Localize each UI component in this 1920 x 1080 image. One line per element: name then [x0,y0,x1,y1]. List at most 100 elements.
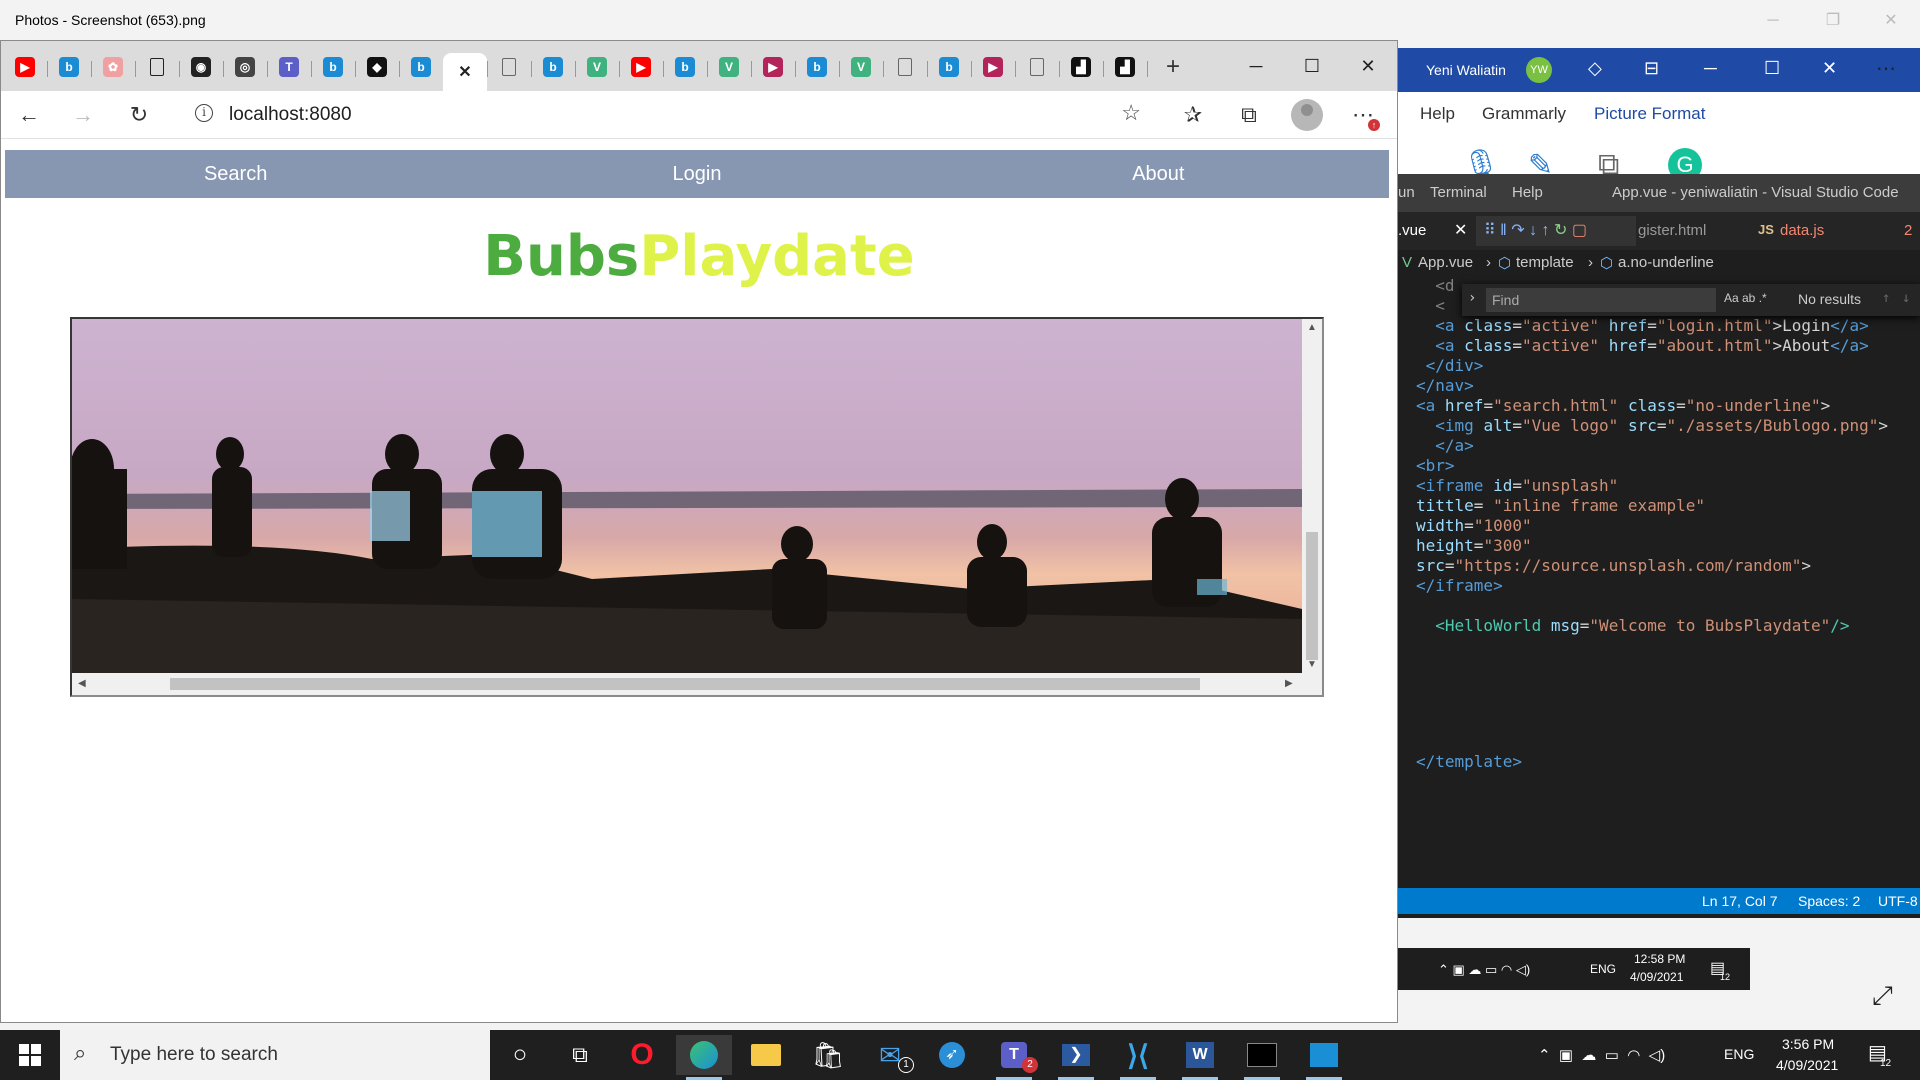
browser-close-icon[interactable]: ✕ [1345,49,1391,83]
browser-minimize-icon[interactable]: ─ [1233,49,1279,83]
toggle-replace-icon[interactable]: › [1468,290,1476,306]
browser-tab[interactable] [883,51,927,83]
browser-tab[interactable]: ▶ [971,51,1015,83]
cortana-icon[interactable]: ○ [492,1035,548,1075]
find-prev-icon[interactable]: ↑ [1882,290,1890,306]
tab-app-vue[interactable]: .vue [1398,222,1426,239]
tab-data-js[interactable]: data.js [1780,222,1824,239]
ribbon-grammarly[interactable]: Grammarly [1482,104,1566,124]
vertical-scroll-thumb[interactable] [1306,532,1318,660]
address-text[interactable]: localhost:8080 [229,104,352,126]
find-input[interactable]: Find [1486,288,1716,312]
browser-tab[interactable]: b [399,51,443,83]
site-info-icon[interactable]: i [195,104,213,122]
cursor-position[interactable]: Ln 17, Col 7 [1702,888,1778,914]
address-bar[interactable]: i localhost:8080 ☆ [175,96,1159,132]
iframe-horizontal-scrollbar[interactable]: ◀ ▶ [72,673,1302,695]
browser-tab[interactable]: b [927,51,971,83]
tab-register-html[interactable]: gister.html [1638,222,1706,239]
browser-tab[interactable]: V [839,51,883,83]
browser-tab[interactable]: ▟ [1059,51,1103,83]
ribbon-picture-format[interactable]: Picture Format [1594,104,1705,124]
browser-tab[interactable]: T [267,51,311,83]
iframe-vertical-scrollbar[interactable]: ▲ ▼ [1302,319,1322,673]
expand-icon[interactable]: ⤢ [1872,980,1893,1012]
teams-icon[interactable]: T2 [986,1035,1042,1080]
indentation[interactable]: Spaces: 2 [1798,888,1860,914]
safari-icon[interactable]: ➶ [924,1035,980,1075]
tray-icons[interactable]: ⌃ ▣ ☁ ▭ ◠ ◁) [1538,1046,1665,1080]
task-view-icon[interactable]: ⧉ [552,1035,608,1075]
browser-tab[interactable]: b [795,51,839,83]
start-button[interactable] [0,1030,60,1080]
browser-tab[interactable]: ◉ [179,51,223,83]
browser-tab[interactable]: b [531,51,575,83]
menu-help[interactable]: Help [1512,184,1543,201]
profile-avatar[interactable] [1291,99,1323,131]
word-icon[interactable]: W [1172,1035,1228,1080]
breadcrumb-template[interactable]: template [1516,254,1574,271]
browser-tab[interactable] [1015,51,1059,83]
browser-tab[interactable]: ▟ [1103,51,1147,83]
scroll-up-icon[interactable]: ▲ [1307,322,1317,333]
tab-close-icon[interactable]: ✕ [1454,220,1467,240]
refresh-icon[interactable]: ↻ [121,99,157,131]
breadcrumb-element[interactable]: a.no-underline [1618,254,1714,271]
scroll-left-icon[interactable]: ◀ [78,678,86,689]
browser-tab[interactable]: V [575,51,619,83]
photos-close-icon[interactable]: ✕ [1868,8,1914,34]
photos-maximize-icon[interactable]: ❐ [1810,8,1856,34]
browser-tab[interactable]: ◎ [223,51,267,83]
language-indicator[interactable]: ENG [1724,1046,1754,1080]
browser-tab[interactable] [487,51,531,83]
account-avatar[interactable]: YW [1526,57,1552,83]
ribbon-help[interactable]: Help [1420,104,1455,124]
photos-icon[interactable] [1296,1035,1352,1080]
browser-tab[interactable]: V [707,51,751,83]
nav-login-link[interactable]: Login [466,150,927,198]
browser-tab[interactable]: ▶ [619,51,663,83]
scroll-down-icon[interactable]: ▼ [1307,659,1317,670]
browser-tab[interactable] [135,51,179,83]
encoding[interactable]: UTF-8 [1878,888,1918,914]
unsplash-iframe[interactable]: ▲ ▼ ◀ ▶ [70,317,1324,697]
code-editor[interactable]: <d < <a class="active" href="login.html"… [1398,276,1920,888]
store-icon[interactable]: 🛍 [800,1035,856,1075]
browser-maximize-icon[interactable]: ☐ [1289,49,1335,83]
browser-tab[interactable]: b [47,51,91,83]
forward-icon[interactable]: → [65,99,101,131]
minimize-icon[interactable]: ─ [1704,58,1717,79]
mail-icon[interactable]: ✉ 1 [862,1035,918,1075]
menu-run[interactable]: un [1398,184,1415,201]
match-case-icon[interactable]: Aa ab .* [1724,291,1767,305]
add-favorite-icon[interactable]: ☆ [1121,100,1141,126]
photos-minimize-icon[interactable]: ─ [1750,8,1796,34]
browser-tab[interactable]: ▶ [3,51,47,83]
horizontal-scroll-thumb[interactable] [170,678,1200,690]
browser-tab[interactable]: ◆ [355,51,399,83]
terminal-icon[interactable] [1234,1035,1290,1080]
ribbon-display-icon[interactable]: ⊟ [1644,58,1659,79]
scroll-right-icon[interactable]: ▶ [1285,678,1293,689]
edge-icon[interactable] [676,1035,732,1080]
browser-tab[interactable]: ▶ [751,51,795,83]
nav-about-link[interactable]: About [928,150,1389,198]
new-tab-button[interactable]: + [1151,51,1195,83]
clock-date[interactable]: 4/09/2021 [1776,1057,1838,1080]
browser-tab[interactable]: b [663,51,707,83]
browser-tab[interactable]: ✕ [443,53,487,91]
maximize-icon[interactable]: ☐ [1764,58,1780,79]
menu-terminal[interactable]: Terminal [1430,184,1487,201]
find-next-icon[interactable]: ↓ [1902,290,1910,306]
back-icon[interactable]: ← [11,99,47,131]
photos-more-icon[interactable]: ⋯ [1876,56,1896,81]
vscode-icon[interactable]: ⟩⟨ [1110,1035,1166,1080]
powershell-icon[interactable]: ❯ [1048,1035,1104,1080]
opera-icon[interactable]: O [614,1035,670,1075]
browser-tab[interactable]: b [311,51,355,83]
taskbar-search[interactable]: ⌕ Type here to search [60,1030,490,1080]
browser-tab[interactable]: ✿ [91,51,135,83]
nav-search-link[interactable]: Search [5,150,466,198]
file-explorer-icon[interactable] [738,1035,794,1075]
close-icon[interactable]: ✕ [1822,58,1837,79]
